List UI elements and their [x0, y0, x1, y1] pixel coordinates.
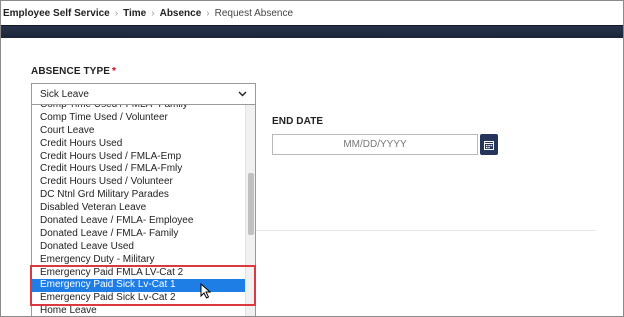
dropdown-option[interactable]: Credit Hours Used: [32, 138, 246, 151]
dropdown-option[interactable]: Home Leave: [32, 305, 246, 316]
calendar-icon: [484, 140, 494, 150]
absence-type-label: ABSENCE TYPE *: [31, 66, 116, 77]
screenshot-frame: Employee Self Service › Time › Absence ›…: [0, 0, 624, 317]
breadcrumb-separator-icon: ›: [151, 7, 155, 19]
chevron-down-icon: [237, 89, 247, 99]
dropdown-option[interactable]: Donated Leave / FMLA- Employee: [32, 215, 246, 228]
section-divider: [256, 230, 596, 231]
breadcrumb-separator-icon: ›: [206, 7, 210, 19]
absence-type-label-text: ABSENCE TYPE: [31, 66, 110, 77]
end-date-input[interactable]: MM/DD/YYYY: [272, 134, 478, 155]
mouse-pointer-icon: [200, 282, 212, 299]
breadcrumb-separator-icon: ›: [114, 7, 119, 19]
dropdown-option[interactable]: Emergency Duty - Military: [32, 254, 246, 267]
breadcrumb-link-time[interactable]: Time: [123, 8, 146, 19]
dropdown-option[interactable]: Credit Hours Used / FMLA-Emp: [32, 151, 246, 164]
breadcrumb-current-page: Request Absence: [214, 7, 294, 19]
dropdown-option[interactable]: Donated Leave Used: [32, 241, 246, 254]
header-banner: [1, 25, 623, 38]
scrollbar-thumb[interactable]: [248, 173, 254, 235]
dropdown-option[interactable]: Comp Time Used / Volunteer: [32, 112, 246, 125]
dropdown-option[interactable]: Court Leave: [32, 125, 246, 138]
dropdown-option[interactable]: Emergency Paid Sick Lv-Cat 2: [32, 292, 246, 305]
breadcrumb-link-absence[interactable]: Absence: [160, 8, 202, 19]
dropdown-option[interactable]: Comp Time Used / FMLA- Family: [32, 105, 246, 112]
dropdown-option[interactable]: Credit Hours Used / FMLA-Fmly: [32, 163, 246, 176]
dropdown-option[interactable]: Credit Hours Used / Volunteer: [32, 176, 246, 189]
dropdown-scrollbar[interactable]: [245, 105, 255, 316]
absence-type-selected-value: Sick Leave: [40, 88, 89, 100]
absence-type-dropdown-list[interactable]: Comp Time Used / FMLA- FamilyComp Time U…: [31, 105, 256, 316]
required-mark: *: [112, 66, 116, 77]
dropdown-option[interactable]: Disabled Veteran Leave: [32, 202, 246, 215]
absence-type-select[interactable]: Sick Leave: [31, 83, 256, 105]
dropdown-option[interactable]: DC Ntnl Grd Military Parades: [32, 189, 246, 202]
breadcrumb-link-employee-self-service[interactable]: Employee Self Service: [3, 8, 110, 19]
end-date-label: END DATE: [272, 116, 324, 127]
dropdown-options: Comp Time Used / FMLA- FamilyComp Time U…: [32, 105, 246, 316]
dropdown-option[interactable]: Donated Leave / FMLA- Family: [32, 228, 246, 241]
breadcrumb: Employee Self Service › Time › Absence ›…: [1, 1, 623, 25]
calendar-button[interactable]: [480, 134, 498, 155]
dropdown-option[interactable]: Emergency Paid Sick Lv-Cat 1: [32, 279, 246, 293]
dropdown-option[interactable]: Emergency Paid FMLA LV-Cat 2: [32, 267, 246, 280]
